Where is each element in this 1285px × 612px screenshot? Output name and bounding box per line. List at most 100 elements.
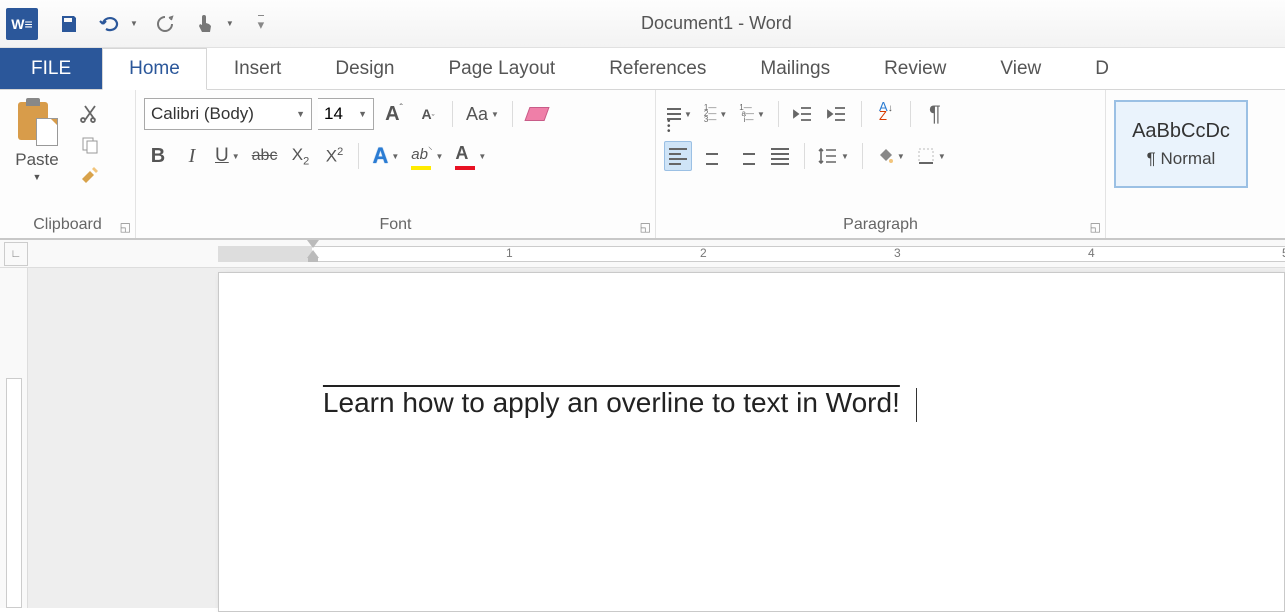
subscript-button[interactable]: X2 — [286, 141, 314, 171]
scissors-icon — [80, 103, 100, 123]
style-name: ¶ Normal — [1147, 149, 1216, 169]
ribbon: Paste ▼ Clipboard ◱ — [0, 90, 1285, 240]
bold-icon: B — [151, 145, 165, 168]
numbering-button[interactable]: 1—2—3—▼ — [701, 99, 730, 129]
italic-icon: I — [189, 145, 196, 168]
grow-font-icon: A — [385, 103, 399, 126]
tab-file[interactable]: FILE — [0, 48, 102, 89]
align-left-button[interactable] — [664, 141, 692, 171]
customize-icon: ▾ — [258, 15, 265, 33]
align-left-icon — [669, 148, 687, 165]
document-area: Learn how to apply an overline to text i… — [0, 268, 1285, 608]
indent-marker[interactable] — [306, 240, 320, 266]
undo-icon — [98, 14, 120, 34]
strikethrough-button[interactable]: abc — [249, 141, 281, 171]
shrink-font-button[interactable]: Aˇ — [414, 99, 442, 129]
superscript-button[interactable]: X2 — [320, 141, 348, 171]
redo-icon — [155, 14, 175, 34]
tab-mailings[interactable]: Mailings — [733, 48, 857, 89]
shrink-font-icon: A — [421, 106, 431, 122]
word-logo-icon: W≡ — [6, 8, 38, 40]
bold-button[interactable]: B — [144, 141, 172, 171]
tab-insert[interactable]: Insert — [207, 48, 309, 89]
ribbon-tabs: FILE Home Insert Design Page Layout Refe… — [0, 48, 1285, 90]
align-center-icon — [703, 148, 721, 165]
paste-label: Paste — [15, 150, 58, 170]
ruler-mark-4: 4 — [1088, 246, 1095, 260]
copy-button[interactable] — [78, 134, 102, 156]
increase-indent-button[interactable] — [823, 99, 851, 129]
font-size-combo[interactable]: 14▼ — [318, 98, 374, 130]
line-spacing-button[interactable]: ▼ — [815, 141, 852, 171]
customize-qat-button[interactable]: ▾ — [248, 11, 274, 37]
strike-icon: abc — [252, 147, 278, 165]
font-launcher[interactable]: ◱ — [640, 220, 651, 234]
font-label: Font — [144, 214, 647, 236]
tab-selector[interactable]: ∟ — [4, 242, 28, 266]
tab-page-layout[interactable]: Page Layout — [422, 48, 583, 89]
window-title: Document1 - Word — [274, 13, 1279, 34]
underline-button[interactable]: U▼ — [212, 141, 243, 171]
clipboard-label: Clipboard — [8, 214, 127, 236]
highlight-button[interactable]: ab⸌▼ — [408, 141, 446, 171]
save-button[interactable] — [56, 11, 82, 37]
text-effects-icon: A — [372, 143, 388, 169]
font-name-combo[interactable]: Calibri (Body)▼ — [144, 98, 312, 130]
tab-home[interactable]: Home — [102, 48, 207, 90]
touch-dropdown[interactable]: ▼ — [226, 19, 234, 28]
shading-button[interactable]: ▼ — [873, 141, 908, 171]
decrease-indent-icon — [793, 106, 813, 122]
clear-formatting-button[interactable] — [523, 99, 551, 129]
ruler-mark-2: 2 — [700, 246, 707, 260]
overlined-text: Learn how to apply an overline to text i… — [323, 387, 900, 418]
show-marks-button[interactable]: ¶ — [921, 99, 949, 129]
bullets-button[interactable]: ▼ — [664, 99, 695, 129]
save-icon — [59, 14, 79, 34]
change-case-button[interactable]: Aa▼ — [463, 99, 502, 129]
borders-icon — [917, 147, 935, 165]
paragraph-label: Paragraph — [664, 214, 1097, 236]
style-sample: AaBbCcDc — [1132, 120, 1230, 143]
tab-review[interactable]: Review — [857, 48, 973, 89]
underline-icon: U — [215, 145, 229, 167]
tab-design[interactable]: Design — [308, 48, 421, 89]
text-effects-button[interactable]: A▼ — [369, 141, 402, 171]
align-right-button[interactable] — [732, 141, 760, 171]
justify-button[interactable] — [766, 141, 794, 171]
group-paragraph: ▼ 1—2—3—▼ 1— a— i—▼ A↓Z ¶ — [656, 90, 1106, 238]
redo-button[interactable] — [152, 11, 178, 37]
grow-font-button[interactable]: Aˆ — [380, 99, 408, 129]
align-right-icon — [737, 148, 755, 165]
format-painter-button[interactable] — [78, 166, 102, 188]
font-color-button[interactable]: A▼ — [452, 141, 489, 171]
decrease-indent-button[interactable] — [789, 99, 817, 129]
brush-icon — [79, 167, 101, 187]
undo-button[interactable] — [96, 11, 122, 37]
document-page[interactable]: Learn how to apply an overline to text i… — [218, 272, 1285, 612]
cut-button[interactable] — [78, 102, 102, 124]
italic-button[interactable]: I — [178, 141, 206, 171]
touch-mode-button[interactable] — [192, 11, 218, 37]
clipboard-launcher[interactable]: ◱ — [120, 220, 131, 234]
paragraph-launcher[interactable]: ◱ — [1090, 220, 1101, 234]
tab-view[interactable]: View — [973, 48, 1068, 89]
paste-button[interactable]: Paste ▼ — [8, 96, 66, 182]
multilevel-button[interactable]: 1— a— i—▼ — [736, 99, 768, 129]
tab-references[interactable]: References — [582, 48, 733, 89]
text-cursor — [916, 388, 917, 422]
ruler-horizontal[interactable]: ∟ 1 2 3 4 5 — [0, 240, 1285, 268]
style-normal[interactable]: AaBbCcDc ¶ Normal — [1114, 100, 1248, 188]
sort-button[interactable]: A↓Z — [872, 99, 900, 129]
borders-button[interactable]: ▼ — [914, 141, 949, 171]
sub-icon: X2 — [292, 145, 309, 167]
multilevel-icon: 1— a— i— — [739, 105, 754, 123]
align-center-button[interactable] — [698, 141, 726, 171]
tab-developer-cut[interactable]: D — [1068, 48, 1136, 89]
document-text[interactable]: Learn how to apply an overline to text i… — [323, 385, 917, 422]
ruler-vertical[interactable] — [0, 268, 28, 608]
undo-dropdown[interactable]: ▼ — [130, 19, 138, 28]
bullets-icon — [667, 108, 681, 120]
sup-icon: X2 — [326, 146, 343, 167]
increase-indent-icon — [827, 106, 847, 122]
paste-dropdown[interactable]: ▼ — [33, 172, 42, 182]
